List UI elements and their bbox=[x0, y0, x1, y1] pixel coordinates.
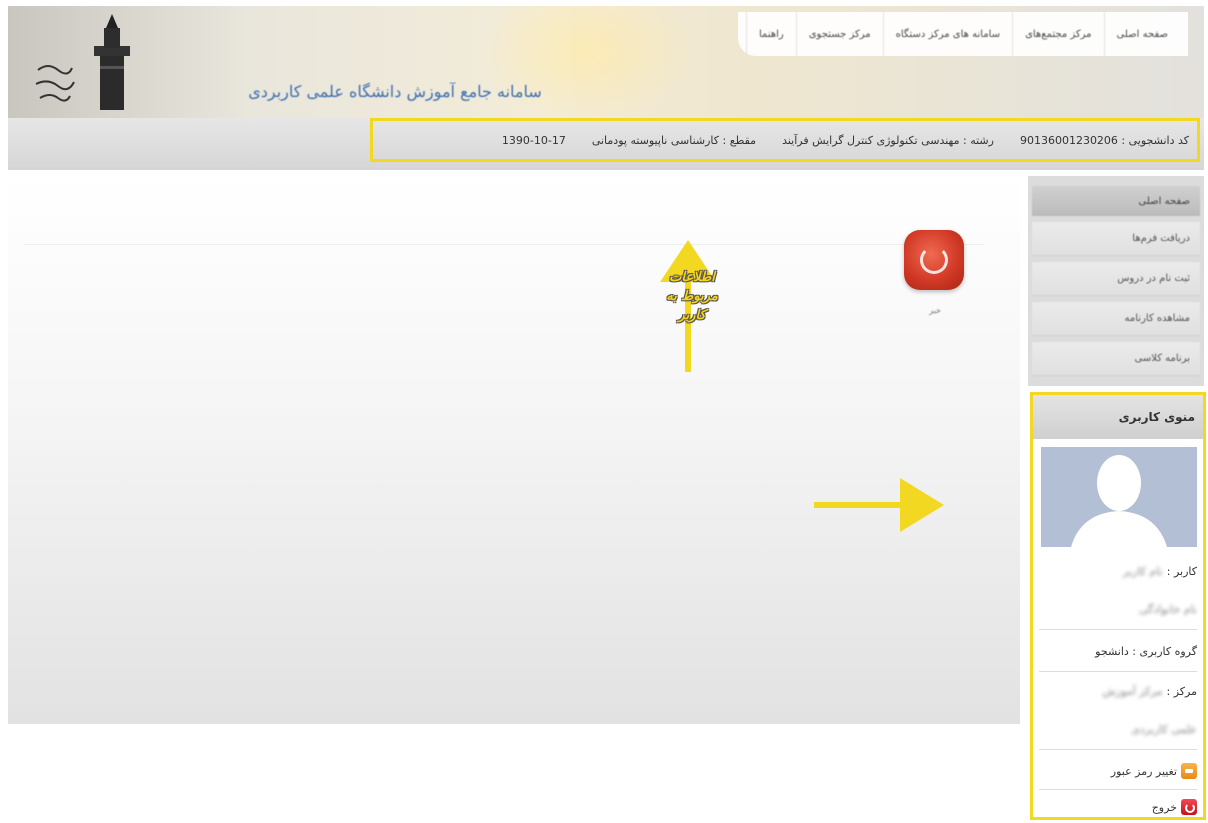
current-date: 1390-10-17 bbox=[501, 133, 566, 147]
nav-item-centers[interactable]: مرکز مجتمع‌های bbox=[1012, 12, 1103, 56]
change-password-link[interactable]: تغییر رمز عبور bbox=[1033, 751, 1203, 791]
student-code: کد دانشجویی : 90136001230206 bbox=[1019, 133, 1189, 147]
user-value-2: نام خانوادگی bbox=[1139, 602, 1197, 616]
logout-icon bbox=[1181, 799, 1197, 815]
avatar bbox=[1041, 447, 1197, 547]
annotation-label: اطلاعات مربوط به کاربر bbox=[652, 268, 732, 338]
user-row-2: نام خانوادگی bbox=[1033, 589, 1203, 629]
logout-link[interactable]: خروج bbox=[1033, 787, 1203, 817]
logout-label: خروج bbox=[1151, 800, 1177, 814]
user-row: کاربر : نام کاربر bbox=[1033, 551, 1203, 591]
main-content: خبر bbox=[8, 176, 1020, 724]
content-divider bbox=[24, 244, 984, 245]
page: سامانه جامع آموزش دانشگاه علمی کاربردی ص… bbox=[0, 0, 1208, 823]
site-header: سامانه جامع آموزش دانشگاه علمی کاربردی ص… bbox=[8, 6, 1204, 118]
sidebar-item-schedule[interactable]: برنامه کلاسی bbox=[1032, 342, 1200, 376]
right-arrow-annotation bbox=[814, 478, 944, 532]
annotation-line-3: کاربر bbox=[678, 308, 706, 323]
annotation-line-1: اطلاعات bbox=[669, 270, 715, 285]
key-icon bbox=[1181, 763, 1197, 779]
user-silhouette-icon bbox=[1071, 455, 1167, 547]
nav-item-systems[interactable]: سامانه های مرکز دستگاه bbox=[882, 12, 1012, 56]
student-info-highlight: کد دانشجویی : 90136001230206 رشته : مهند… bbox=[370, 118, 1200, 162]
site-title: سامانه جامع آموزش دانشگاه علمی کاربردی bbox=[248, 82, 542, 101]
sidebar-menu: صفحه اصلی دریافت فرم‌ها ثبت نام در دروس … bbox=[1028, 176, 1204, 386]
sidebar-item-transcript[interactable]: مشاهده کارنامه bbox=[1032, 302, 1200, 336]
news-icon[interactable] bbox=[904, 230, 964, 290]
group-row: گروه کاربری : دانشجو bbox=[1033, 631, 1203, 671]
center-value-2: علمی کاربردی bbox=[1131, 722, 1197, 736]
user-value: نام کاربر bbox=[1123, 564, 1163, 578]
nav-item-search[interactable]: مرکز جستجوی bbox=[795, 12, 883, 56]
student-info-bar: کد دانشجویی : 90136001230206 رشته : مهند… bbox=[8, 118, 1204, 170]
center-row-2: علمی کاربردی bbox=[1033, 709, 1203, 749]
sidebar-item-forms[interactable]: دریافت فرم‌ها bbox=[1032, 222, 1200, 256]
center-label: مرکز : bbox=[1166, 684, 1197, 698]
change-password-label: تغییر رمز عبور bbox=[1110, 764, 1177, 778]
user-menu-divider bbox=[1039, 749, 1197, 750]
user-label: کاربر : bbox=[1166, 564, 1197, 578]
annotation-line-2: مربوط به bbox=[666, 289, 718, 304]
nav-item-help[interactable]: راهنما bbox=[746, 12, 796, 56]
user-menu-title: منوی کاربری bbox=[1033, 395, 1203, 439]
center-value: مرکز آموزش bbox=[1102, 684, 1163, 698]
user-group: گروه کاربری : دانشجو bbox=[1095, 644, 1197, 658]
news-label: خبر bbox=[929, 306, 941, 315]
tower-logo-icon bbox=[94, 14, 130, 110]
nav-item-home[interactable]: صفحه اصلی bbox=[1103, 12, 1180, 56]
sidebar-head-home[interactable]: صفحه اصلی bbox=[1032, 186, 1200, 216]
center-row: مرکز : مرکز آموزش bbox=[1033, 671, 1203, 711]
calligraphy-logo-icon bbox=[35, 65, 75, 102]
user-menu-panel: منوی کاربری کاربر : نام کاربر نام خانواد… bbox=[1030, 392, 1206, 820]
user-menu-divider bbox=[1039, 629, 1197, 630]
sidebar-item-registration[interactable]: ثبت نام در دروس bbox=[1032, 262, 1200, 296]
student-major: رشته : مهندسی تکنولوژی کنترل گرایش فرآین… bbox=[782, 133, 994, 147]
top-navigation: صفحه اصلی مرکز مجتمع‌های سامانه های مرکز… bbox=[738, 12, 1188, 56]
student-degree: مقطع : کارشناسی ناپیوسته پودمانی bbox=[591, 133, 757, 147]
